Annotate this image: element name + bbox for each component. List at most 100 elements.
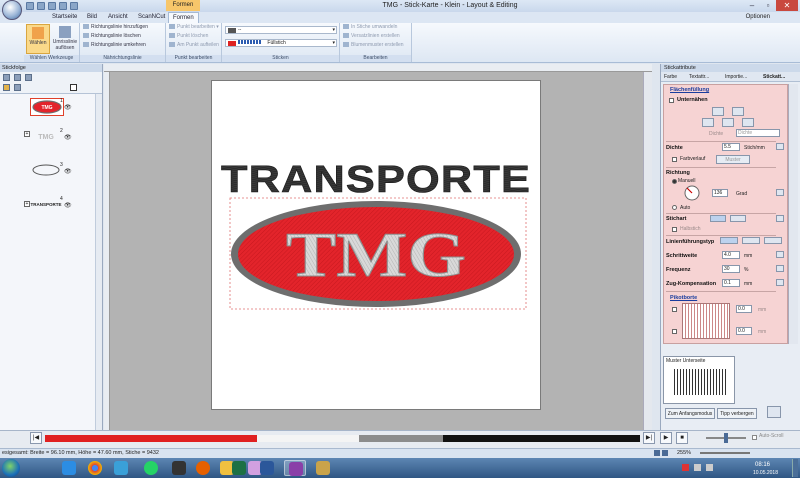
pikot-checkbox-2[interactable] bbox=[672, 329, 677, 334]
route-type-2[interactable] bbox=[742, 237, 760, 244]
tab-stickattribute[interactable]: Stickatt... bbox=[763, 73, 785, 81]
edit-point-button[interactable]: Punkt bearbeiten ▾ bbox=[169, 24, 219, 31]
pikot-checkbox-1[interactable] bbox=[672, 307, 677, 312]
select-button[interactable]: Wählen bbox=[26, 24, 50, 54]
line-stitch-dropdown[interactable]: -- ▾ bbox=[225, 26, 337, 34]
schrittweite-reset-icon[interactable] bbox=[776, 251, 784, 258]
undo-icon[interactable] bbox=[59, 2, 67, 10]
stitch-progress-black[interactable] bbox=[443, 435, 640, 442]
dichte-reset-icon[interactable] bbox=[776, 143, 784, 150]
taskbar-app[interactable] bbox=[168, 460, 190, 476]
panel-settings-icon[interactable] bbox=[767, 406, 781, 418]
delete-point-button[interactable]: Punkt löschen bbox=[169, 33, 208, 40]
underlay-option-3[interactable] bbox=[702, 118, 714, 127]
app-menu-button[interactable] bbox=[2, 0, 22, 20]
taskbar-app[interactable] bbox=[312, 460, 334, 476]
tmg-text[interactable]: TMG bbox=[286, 219, 467, 291]
flaechenfuellung-header[interactable]: Flächenfüllung bbox=[670, 87, 709, 93]
clock-date[interactable]: 10.05.2018 bbox=[753, 470, 778, 476]
tab-scanncut[interactable]: ScanNCut bbox=[134, 12, 169, 23]
schrittweite-input[interactable]: 4.0 bbox=[722, 251, 740, 259]
default-mode-button[interactable]: Zum Anfangsmodus bbox=[665, 408, 715, 419]
reverse-direction-line-button[interactable]: Richtungslinie umkehren bbox=[83, 42, 146, 49]
tab-importieren[interactable]: Importie... bbox=[725, 73, 747, 81]
farbverlauf-checkbox[interactable] bbox=[672, 157, 677, 162]
create-offset-lines-button[interactable]: Versatzlinien erstellen bbox=[343, 33, 400, 40]
start-button[interactable] bbox=[2, 459, 20, 477]
zugkomp-reset-icon[interactable] bbox=[776, 279, 784, 286]
eye-icon[interactable]: 👁 bbox=[64, 134, 72, 141]
delete-direction-line-button[interactable]: Richtungslinie löschen bbox=[83, 33, 141, 40]
zugkomp-input[interactable]: 0.1 bbox=[722, 279, 740, 287]
list-item[interactable] bbox=[30, 162, 64, 180]
tab-ansicht[interactable]: Ansicht bbox=[104, 12, 132, 23]
frequenz-input[interactable]: 30 bbox=[722, 265, 740, 273]
taskbar-app[interactable] bbox=[192, 460, 214, 476]
maximize-button[interactable]: ▫ bbox=[760, 0, 776, 11]
eye-icon[interactable]: 👁 bbox=[64, 104, 72, 111]
stitch-progress-gray[interactable] bbox=[359, 435, 443, 442]
open-icon[interactable] bbox=[37, 2, 45, 10]
stop-button[interactable]: ■ bbox=[676, 432, 688, 444]
split-at-point-button[interactable]: Am Punkt aufteilen bbox=[169, 42, 219, 49]
taskbar-app[interactable] bbox=[140, 460, 162, 476]
taskbar-app[interactable] bbox=[256, 460, 278, 476]
embroidery-design[interactable]: TRANSPORTE TMG bbox=[211, 80, 541, 410]
group-icon[interactable] bbox=[14, 84, 21, 91]
tab-bild[interactable]: Bild bbox=[83, 12, 101, 23]
taskbar-app[interactable] bbox=[58, 460, 80, 476]
underlay-option-4[interactable] bbox=[722, 118, 734, 127]
pointer-icon[interactable] bbox=[70, 84, 77, 91]
workspace-scrollbar[interactable] bbox=[643, 72, 652, 430]
direction-dial-icon[interactable] bbox=[684, 185, 700, 201]
list-item[interactable]: TRANSPORTE bbox=[30, 196, 64, 214]
fit-icon[interactable] bbox=[654, 450, 660, 456]
view-mode-icon[interactable] bbox=[3, 74, 10, 81]
play-button[interactable]: ▶ bbox=[660, 432, 672, 444]
jump-end-button[interactable]: ▶| bbox=[643, 432, 655, 444]
richtung-reset-icon[interactable] bbox=[776, 189, 784, 196]
lock-icon[interactable] bbox=[3, 84, 10, 91]
clock-time[interactable]: 08:16 bbox=[755, 462, 770, 468]
stichart-reset-icon[interactable] bbox=[776, 215, 784, 222]
muster-button[interactable]: Muster bbox=[716, 155, 750, 164]
show-desktop-button[interactable] bbox=[792, 459, 798, 477]
tray-network-icon[interactable] bbox=[694, 464, 701, 471]
eye-icon[interactable]: 👁 bbox=[64, 202, 72, 209]
stitch-progress-red[interactable] bbox=[45, 435, 257, 442]
taskbar-app-active[interactable] bbox=[284, 460, 306, 476]
auto-scroll-checkbox[interactable] bbox=[752, 435, 757, 440]
list-item[interactable]: TMG bbox=[30, 128, 64, 146]
attributes-scrollbar[interactable] bbox=[788, 84, 798, 344]
richtung-input[interactable]: 136 bbox=[712, 189, 728, 197]
taskbar-app[interactable] bbox=[110, 460, 132, 476]
underlay-option-2[interactable] bbox=[732, 107, 744, 116]
eye-icon[interactable]: 👁 bbox=[64, 168, 72, 175]
transporte-text[interactable]: TRANSPORTE bbox=[221, 159, 531, 202]
convert-to-stitches-button[interactable]: In Stiche umwandeln bbox=[343, 24, 397, 31]
tab-farbe[interactable]: Farbe bbox=[664, 73, 677, 81]
speed-slider-thumb[interactable] bbox=[724, 433, 728, 443]
route-type-1[interactable] bbox=[720, 237, 738, 244]
pikot-input-1[interactable]: 0.0 bbox=[736, 305, 752, 313]
dissolve-outline-button[interactable]: Umrisslinie auflösen bbox=[52, 24, 78, 54]
underlay-option-1[interactable] bbox=[712, 107, 724, 116]
hide-tips-button[interactable]: Tipp verbergen bbox=[717, 408, 757, 419]
underlay-density-select[interactable]: Dichte bbox=[736, 129, 780, 137]
manuell-radio[interactable] bbox=[672, 179, 677, 184]
taskbar-app[interactable] bbox=[84, 460, 106, 476]
underlay-option-5[interactable] bbox=[742, 118, 754, 127]
frequenz-reset-icon[interactable] bbox=[776, 265, 784, 272]
tab-formen[interactable]: Formen bbox=[168, 12, 199, 23]
move-up-icon[interactable] bbox=[14, 74, 21, 81]
tray-volume-icon[interactable] bbox=[706, 464, 713, 471]
list-item[interactable]: TMG bbox=[30, 98, 64, 116]
options-menu[interactable]: Optionen bbox=[746, 12, 770, 23]
pikotborte-header[interactable]: Pikotborte bbox=[670, 295, 697, 301]
stitch-order-scrollbar[interactable] bbox=[95, 94, 102, 449]
create-flower-pattern-button[interactable]: Blumenmuster erstellen bbox=[343, 42, 404, 49]
zoom-slider[interactable] bbox=[700, 452, 750, 454]
tab-textattr[interactable]: Textattr... bbox=[689, 73, 709, 81]
halbstich-checkbox[interactable] bbox=[672, 227, 677, 232]
minimize-button[interactable]: – bbox=[744, 0, 760, 11]
